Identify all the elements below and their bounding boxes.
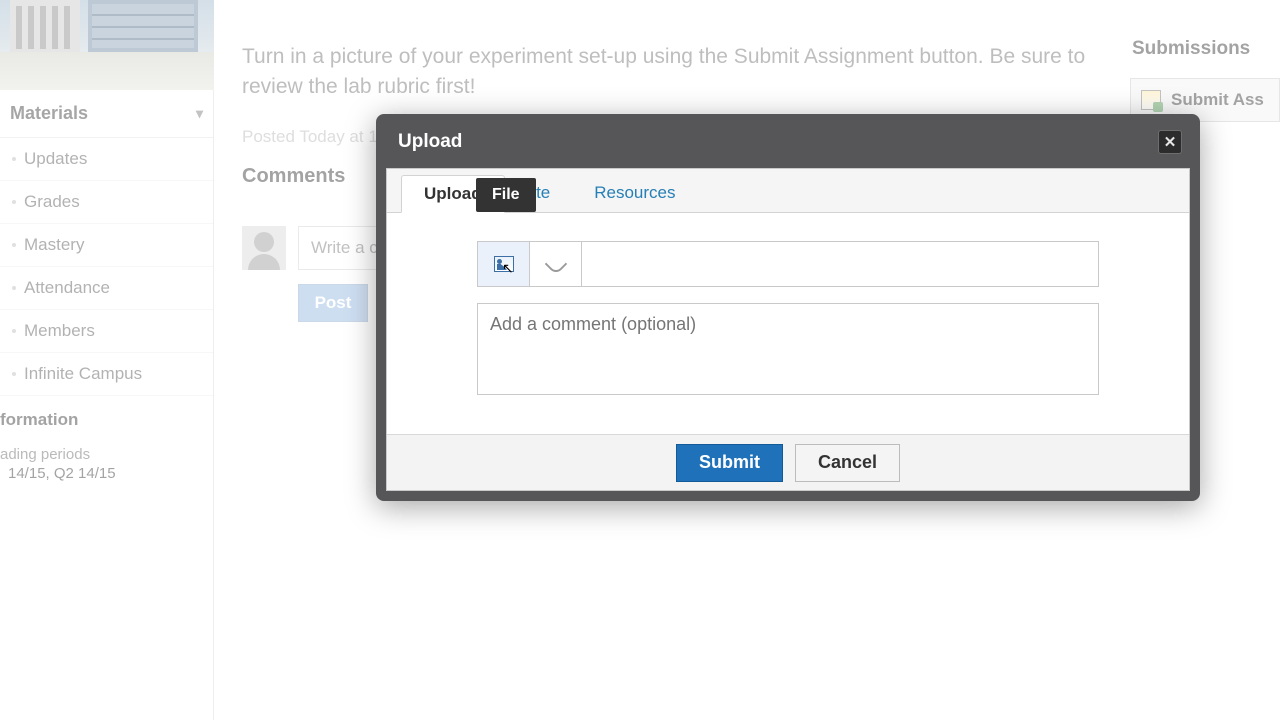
upload-modal: Upload ✕ Upload ate Resources ↖ <box>376 114 1200 501</box>
image-icon <box>494 256 514 272</box>
tooltip-file: File <box>476 178 536 212</box>
tab-label: Resources <box>594 183 675 203</box>
cancel-button[interactable]: Cancel <box>795 444 900 482</box>
submission-comment-input[interactable] <box>477 303 1099 395</box>
tab-label: Upload <box>424 184 482 204</box>
modal-title: Upload <box>398 131 462 153</box>
close-icon[interactable]: ✕ <box>1158 130 1182 154</box>
attach-file-button[interactable]: ↖ <box>478 242 530 286</box>
attachment-drop-area[interactable] <box>582 242 1098 286</box>
tab-resources[interactable]: Resources <box>572 174 697 212</box>
link-icon <box>544 253 567 276</box>
submit-button[interactable]: Submit <box>676 444 783 482</box>
attachment-bar: ↖ <box>477 241 1099 287</box>
attach-link-button[interactable] <box>530 242 582 286</box>
